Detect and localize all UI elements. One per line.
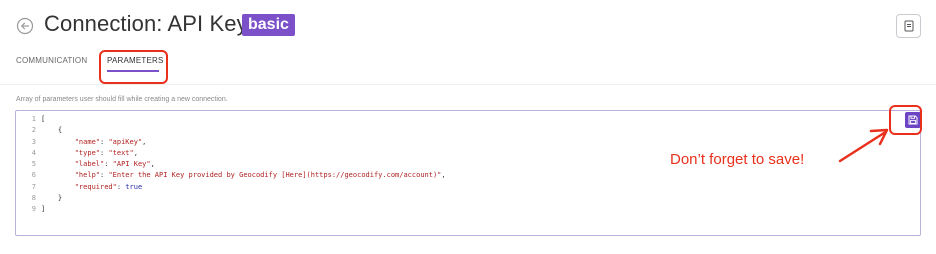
page-title: Connection: API Key	[44, 11, 248, 36]
header: Connection: API Key basic	[0, 0, 936, 50]
line-number: 5	[31, 160, 36, 169]
code-line: "required": true	[74, 182, 143, 191]
tab-communication[interactable]: COMMUNICATION	[16, 56, 87, 65]
code-content[interactable]: [ { "name": "apiKey", "type": "text", "l…	[41, 114, 446, 216]
code-line: "type": "text",	[74, 148, 138, 157]
code-line: {	[41, 126, 63, 135]
line-number: 9	[31, 205, 36, 214]
line-number: 4	[31, 148, 36, 157]
back-arrow-circle-icon[interactable]	[16, 17, 34, 35]
line-number: 3	[31, 137, 36, 146]
line-number: 7	[31, 182, 36, 191]
annotation-highlight-tab	[99, 50, 168, 84]
status-badge: basic	[242, 14, 295, 36]
annotation-text: Don’t forget to save!	[670, 151, 805, 168]
code-line: "label": "API Key",	[74, 160, 155, 169]
code-line: "name": "apiKey",	[74, 137, 147, 146]
annotation-arrow-icon	[838, 128, 889, 163]
code-editor[interactable]: 1 2 3 4 5 6 7 8 9 [ { "name": "apiKey", …	[15, 110, 921, 236]
code-line: [	[41, 115, 46, 123]
line-number: 6	[31, 171, 36, 180]
line-number: 8	[31, 194, 36, 203]
parameters-help-text: Array of parameters user should fill whi…	[16, 96, 228, 103]
code-line: "help": "Enter the API Key provided by G…	[74, 171, 446, 180]
code-line: ]	[41, 205, 46, 214]
document-icon	[904, 20, 914, 32]
line-number: 2	[31, 126, 36, 135]
divider	[0, 84, 936, 85]
line-number: 1	[31, 115, 36, 123]
document-button[interactable]	[896, 14, 921, 38]
line-number-gutter: 1 2 3 4 5 6 7 8 9	[16, 114, 36, 216]
code-line: }	[41, 194, 63, 203]
